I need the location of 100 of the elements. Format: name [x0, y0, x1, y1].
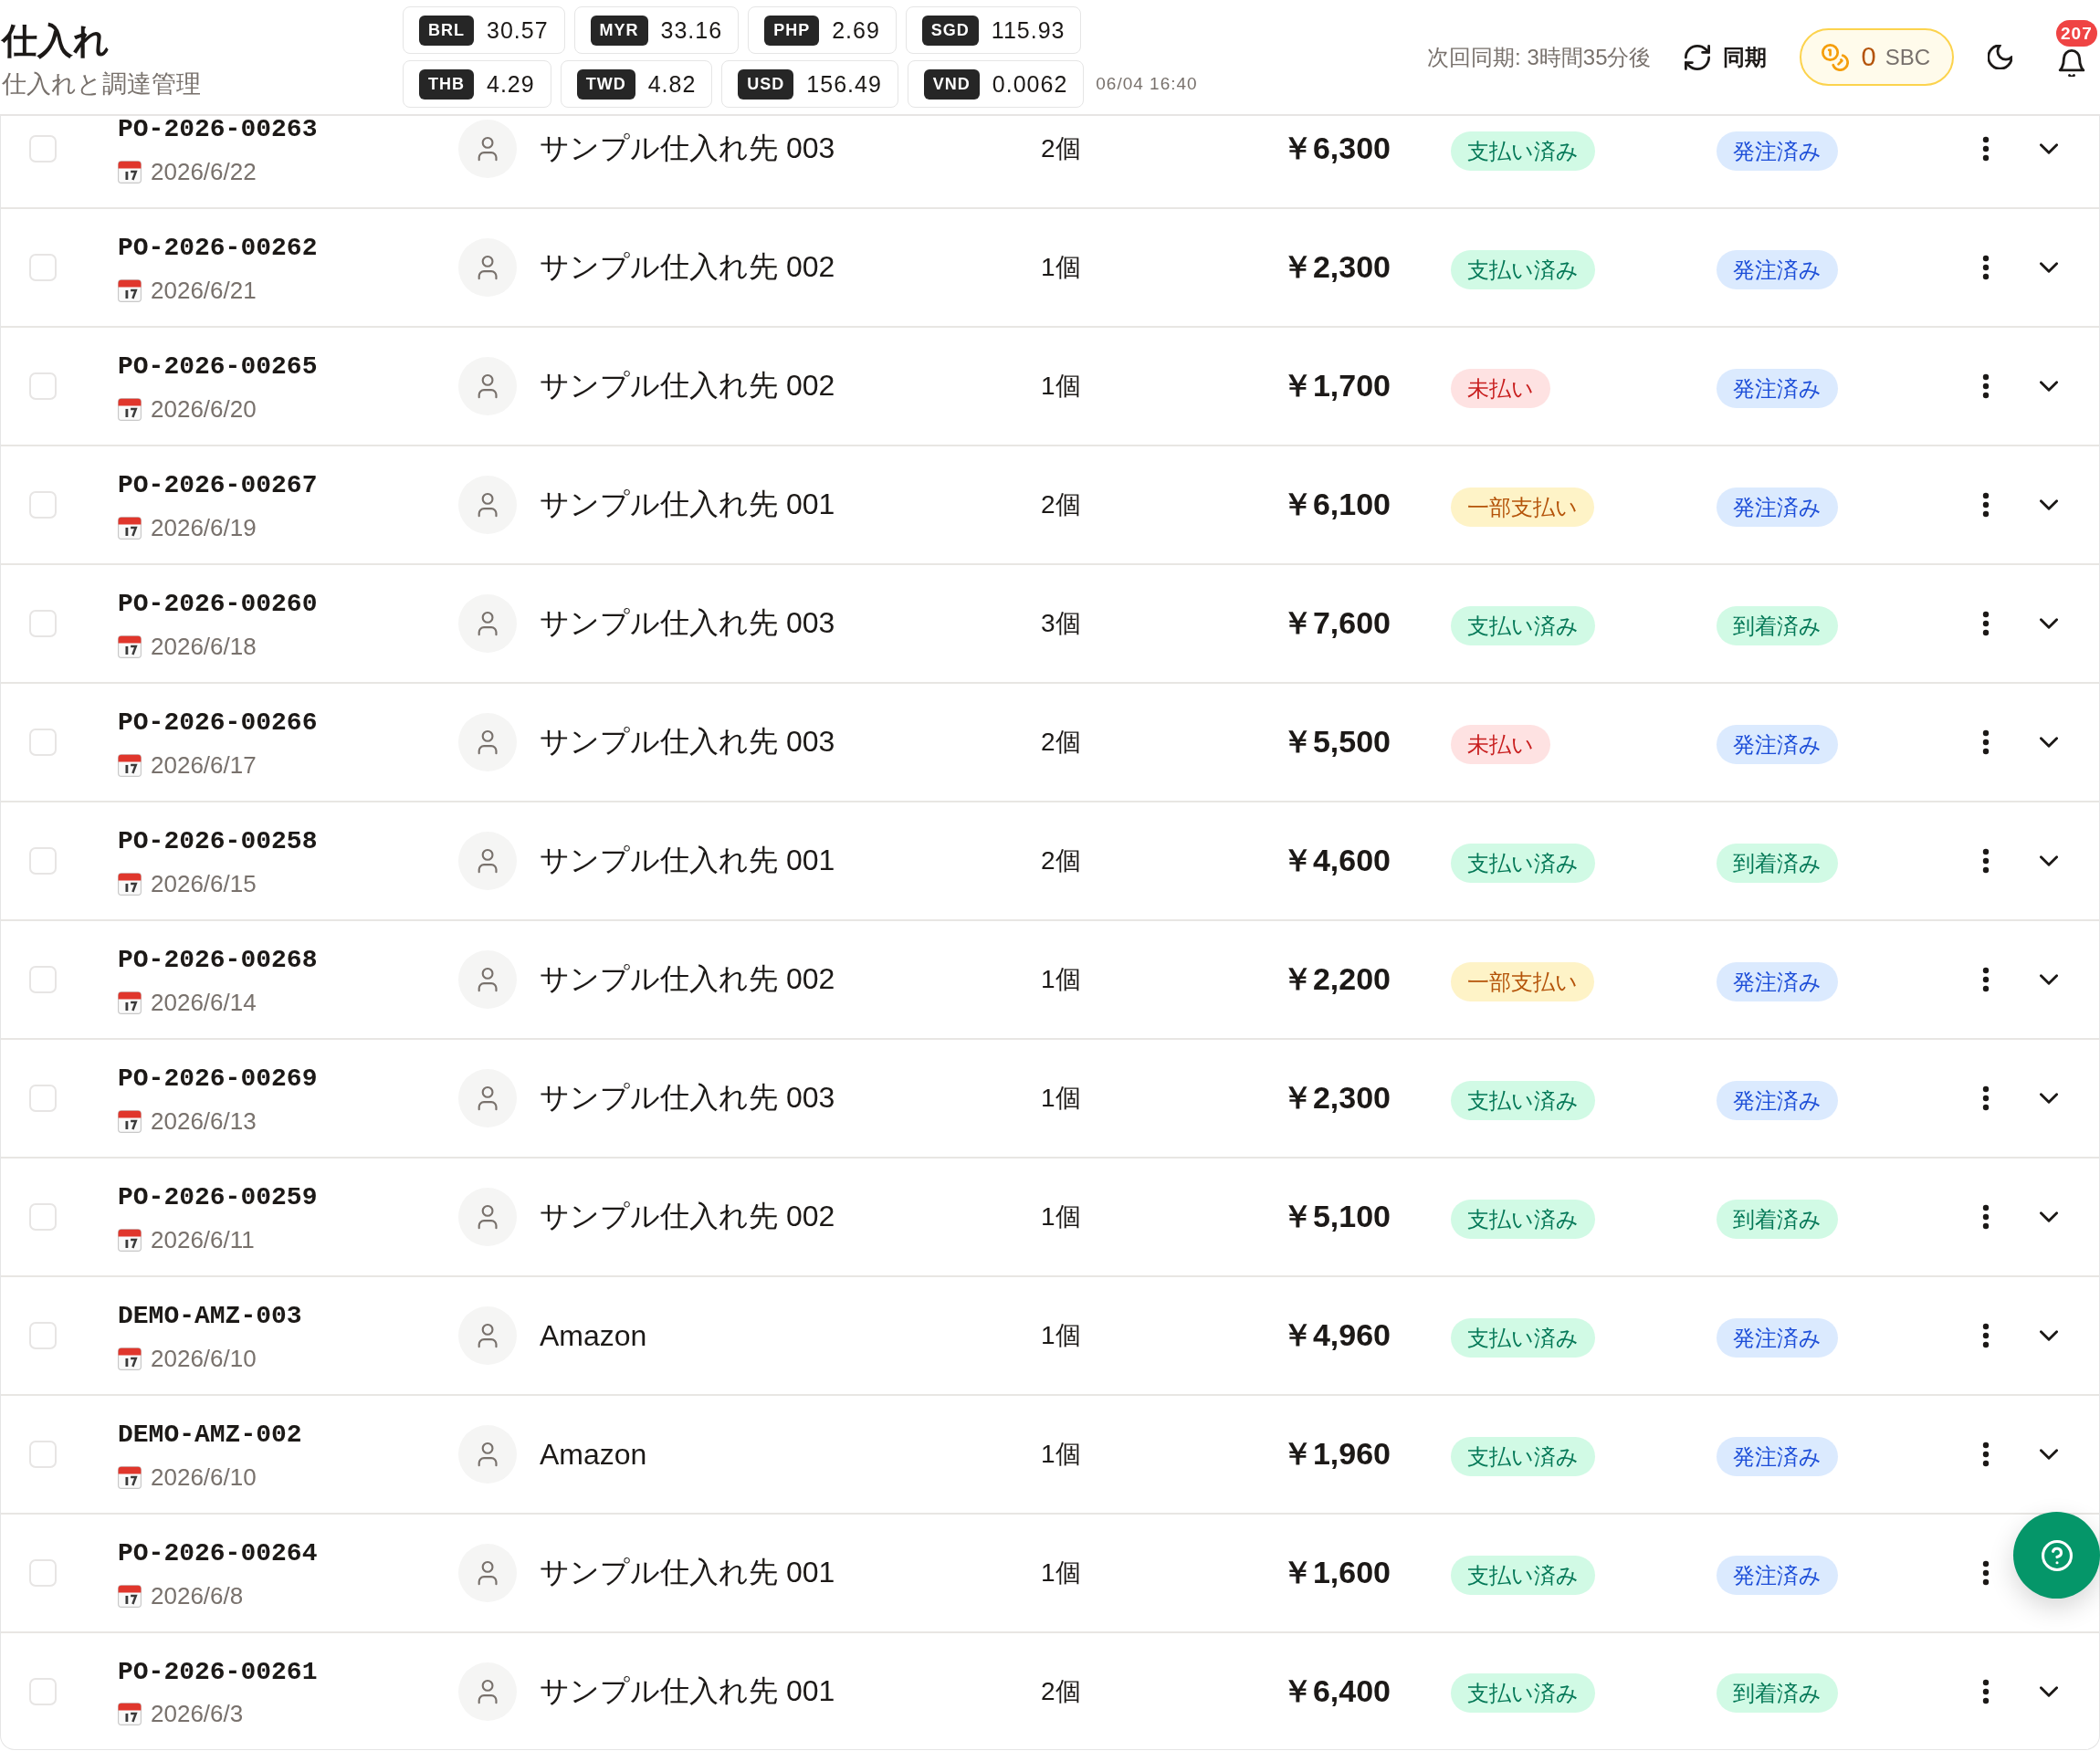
order-date: 2026/6/20 — [151, 394, 257, 424]
supplier-name: サンプル仕入れ先 002 — [540, 368, 835, 404]
more-options-icon[interactable] — [1982, 1560, 1990, 1586]
chevron-down-icon[interactable] — [2040, 1685, 2058, 1697]
row-checkbox[interactable] — [29, 135, 57, 163]
order-amount: ￥2,300 — [1281, 1080, 1391, 1115]
quantity: 2個 — [1041, 490, 1081, 519]
po-number: PO-2026-00265 — [118, 354, 318, 379]
exchange-rate-value: 4.29 — [487, 70, 535, 98]
order-date: 2026/6/11 — [151, 1225, 255, 1254]
order-date: 2026/6/14 — [151, 988, 257, 1017]
more-options-icon[interactable] — [1982, 729, 1990, 755]
chevron-down-icon[interactable] — [2040, 262, 2058, 273]
order-date: 2026/6/19 — [151, 513, 257, 542]
more-options-icon[interactable] — [1982, 1678, 1990, 1704]
chevron-down-icon[interactable] — [2040, 381, 2058, 392]
points-unit: SBC — [1885, 44, 1930, 70]
chevron-down-icon[interactable] — [2040, 974, 2058, 985]
po-number: PO-2026-00269 — [118, 1066, 318, 1091]
rates-updated-time: 06/04 16:40 — [1096, 74, 1198, 94]
order-amount: ￥5,100 — [1281, 1199, 1391, 1233]
supplier-name: サンプル仕入れ先 001 — [540, 1672, 835, 1709]
chevron-down-icon[interactable] — [2040, 855, 2058, 866]
row-checkbox[interactable] — [29, 966, 57, 993]
currency-tag: TWD — [576, 68, 635, 100]
row-checkbox[interactable] — [29, 491, 57, 519]
currency-tag: PHP — [764, 15, 820, 46]
order-status: 発注済み — [1717, 487, 1838, 527]
order-date: 2026/6/18 — [151, 632, 257, 661]
chevron-down-icon[interactable] — [2040, 737, 2058, 748]
po-number: PO-2026-00263 — [118, 117, 318, 142]
row-checkbox[interactable] — [29, 729, 57, 756]
more-options-icon[interactable] — [1982, 373, 1990, 399]
row-checkbox[interactable] — [29, 610, 57, 637]
payment-status: 未払い — [1451, 724, 1550, 764]
quantity: 3個 — [1041, 609, 1081, 637]
calendar-icon — [118, 1584, 142, 1608]
order-amount: ￥5,500 — [1281, 724, 1391, 759]
chevron-down-icon[interactable] — [2040, 618, 2058, 629]
more-options-icon[interactable] — [1982, 848, 1990, 874]
quantity: 2個 — [1041, 846, 1081, 875]
more-options-icon[interactable] — [1982, 255, 1990, 280]
payment-status: 一部支払い — [1451, 487, 1594, 527]
quantity: 1個 — [1041, 372, 1081, 400]
order-amount: ￥1,600 — [1281, 1555, 1391, 1589]
avatar-icon — [458, 1662, 517, 1721]
more-options-icon[interactable] — [1982, 1085, 1990, 1111]
more-options-icon[interactable] — [1982, 1323, 1990, 1348]
row-checkbox[interactable] — [29, 847, 57, 875]
order-amount: ￥7,600 — [1281, 605, 1391, 640]
payment-status: 支払い済み — [1451, 1555, 1595, 1595]
more-options-icon[interactable] — [1982, 611, 1990, 636]
supplier-name: サンプル仕入れ先 001 — [540, 487, 835, 522]
chevron-down-icon[interactable] — [2040, 1330, 2058, 1341]
payment-status: 支払い済み — [1451, 605, 1595, 645]
order-status: 発注済み — [1717, 368, 1838, 408]
more-options-icon[interactable] — [1982, 492, 1990, 518]
quantity: 2個 — [1041, 134, 1081, 163]
calendar-icon — [118, 397, 142, 421]
calendar-icon — [118, 516, 142, 540]
order-date: 2026/6/10 — [151, 1344, 257, 1373]
quantity: 1個 — [1041, 965, 1081, 993]
row-checkbox[interactable] — [29, 1441, 57, 1468]
chevron-down-icon[interactable] — [2040, 1093, 2058, 1104]
order-status: 発注済み — [1717, 1436, 1838, 1476]
next-sync-text: 次回同期: 3時間35分後 — [1427, 43, 1652, 71]
more-options-icon[interactable] — [1982, 136, 1990, 162]
notification-badge: 207 — [2056, 19, 2097, 47]
row-checkbox[interactable] — [29, 1322, 57, 1349]
chevron-down-icon[interactable] — [2040, 143, 2058, 154]
row-checkbox[interactable] — [29, 1559, 57, 1587]
quantity: 2個 — [1041, 728, 1081, 756]
help-icon — [2041, 1539, 2073, 1571]
payment-status: 未払い — [1451, 368, 1550, 408]
more-options-icon[interactable] — [1982, 967, 1990, 992]
row-checkbox[interactable] — [29, 254, 57, 281]
chevron-down-icon[interactable] — [2040, 1211, 2058, 1222]
points-balance[interactable]: 0 SBC — [1799, 28, 1954, 86]
more-options-icon[interactable] — [1982, 1442, 1990, 1467]
order-status: 発注済み — [1717, 249, 1838, 289]
row-checkbox[interactable] — [29, 1203, 57, 1231]
bell-icon[interactable] — [2058, 48, 2085, 77]
more-options-icon[interactable] — [1982, 1204, 1990, 1230]
row-checkbox[interactable] — [29, 1677, 57, 1705]
order-amount: ￥1,960 — [1281, 1436, 1391, 1471]
sync-button[interactable]: 同期 — [1684, 42, 1767, 72]
avatar-icon — [458, 1069, 517, 1127]
order-amount: ￥6,300 — [1281, 131, 1391, 165]
row-checkbox[interactable] — [29, 372, 57, 400]
order-date: 2026/6/17 — [151, 750, 257, 780]
chevron-down-icon[interactable] — [2040, 499, 2058, 510]
po-number: PO-2026-00258 — [118, 829, 318, 854]
payment-status: 一部支払い — [1451, 961, 1594, 1001]
currency-tag: BRL — [419, 15, 474, 46]
row-checkbox[interactable] — [29, 1085, 57, 1112]
currency-tag: SGD — [921, 15, 979, 46]
payment-status: 支払い済み — [1451, 1436, 1595, 1476]
exchange-rate-value: 2.69 — [832, 16, 880, 44]
moon-icon[interactable] — [1988, 45, 2012, 69]
chevron-down-icon[interactable] — [2040, 1449, 2058, 1460]
